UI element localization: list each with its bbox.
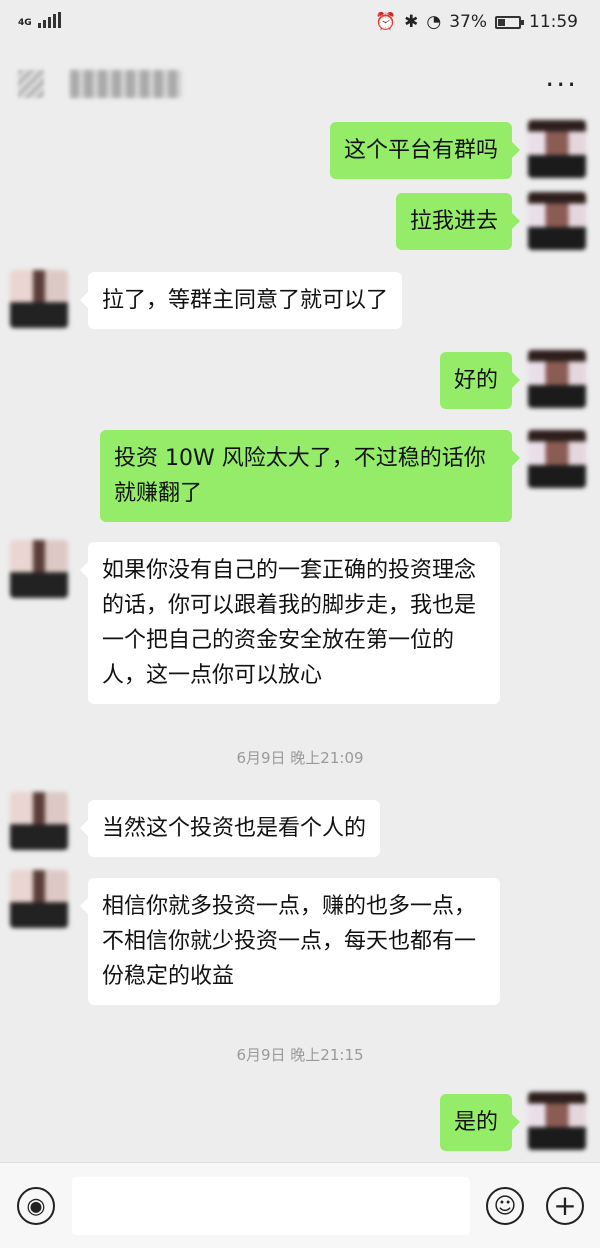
more-options-icon[interactable]: ··· [545, 68, 578, 101]
avatar[interactable] [528, 430, 586, 488]
message-bubble[interactable]: 这个平台有群吗 [329, 122, 521, 179]
input-bar: ◉ ☺ + [0, 1162, 600, 1248]
battery-fill [498, 18, 506, 26]
timestamp: 6月9日 晚上21:15 [236, 1046, 364, 1064]
bluetooth-icon: ✱ [404, 12, 419, 32]
avatar[interactable] [10, 792, 68, 850]
signal-indicator: 4G [18, 12, 61, 28]
plus-icon[interactable]: + [546, 1187, 584, 1225]
chat-header: ··· [0, 48, 600, 120]
clock: 11:59 [529, 12, 578, 32]
alarm-icon: ⏰ [374, 12, 397, 32]
network-type: 4G [18, 18, 32, 28]
signal-bars-icon [37, 12, 61, 28]
chat-title-blurred [70, 70, 182, 98]
emoji-icon[interactable]: ☺ [486, 1187, 524, 1225]
back-icon[interactable] [18, 70, 44, 98]
message-bubble[interactable]: 投资 10W 风险太大了，不过稳的话你就赚翻了 [100, 430, 520, 522]
avatar[interactable] [10, 540, 68, 598]
avatar[interactable] [528, 350, 586, 408]
timestamp: 6月9日 晚上21:09 [236, 749, 364, 767]
speed-icon: ◔ [426, 12, 442, 32]
status-bar: 4G ⏰ ✱ ◔ 37% 11:59 [0, 0, 600, 48]
battery-icon [495, 15, 524, 29]
battery-percent: 37% [449, 12, 487, 32]
avatar[interactable] [528, 120, 586, 178]
avatar[interactable] [528, 192, 586, 250]
message-list[interactable]: 这个平台有群吗 拉我进去 拉了，等群主同意了就可以了 好的 投资 10W 风险太… [0, 120, 600, 1162]
message-bubble[interactable]: 当然这个投资也是看个人的 [79, 800, 381, 857]
avatar[interactable] [10, 870, 68, 928]
voice-icon[interactable]: ◉ [17, 1187, 55, 1225]
message-bubble[interactable]: 相信你就多投资一点，赚的也多一点，不相信你就少投资一点，每天也都有一份稳定的收益 [80, 878, 500, 1005]
message-bubble[interactable]: 拉了，等群主同意了就可以了 [79, 272, 403, 329]
message-bubble[interactable]: 如果你没有自己的一套正确的投资理念的话，你可以跟着我的脚步走，我也是一个把自己的… [80, 542, 500, 704]
message-input[interactable] [72, 1177, 470, 1235]
message-bubble[interactable]: 好的 [439, 352, 521, 409]
avatar[interactable] [528, 1092, 586, 1150]
message-bubble[interactable]: 是的 [439, 1094, 521, 1151]
message-bubble[interactable]: 拉我进去 [395, 193, 521, 250]
avatar[interactable] [10, 270, 68, 328]
